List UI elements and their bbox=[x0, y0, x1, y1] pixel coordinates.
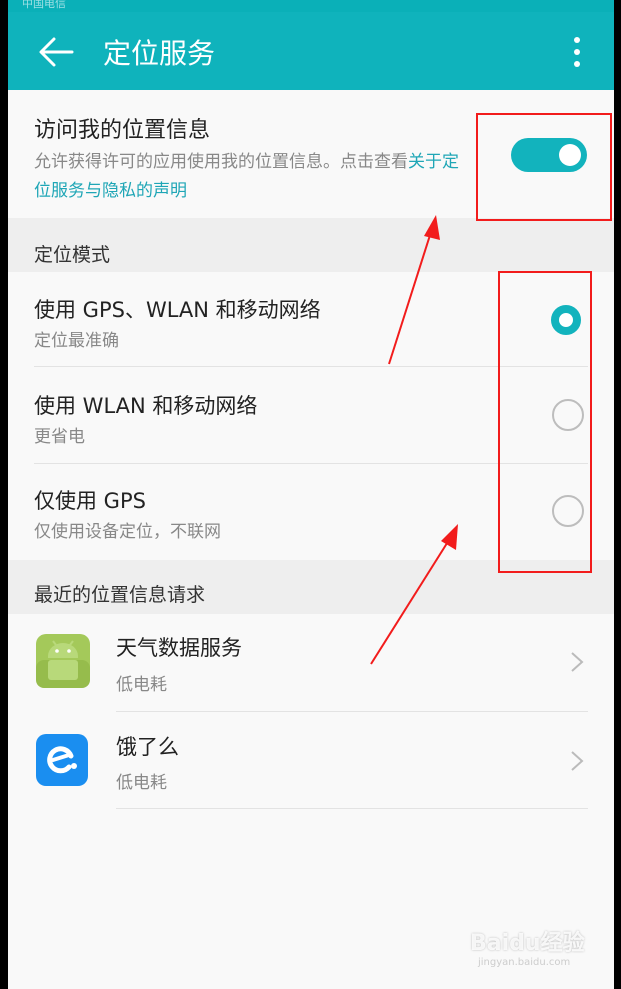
baidu-watermark: Baidu经验 bbox=[470, 931, 585, 956]
watermark-url: jingyan.baidu.com bbox=[478, 957, 571, 968]
annotation-arrows bbox=[370, 215, 458, 665]
